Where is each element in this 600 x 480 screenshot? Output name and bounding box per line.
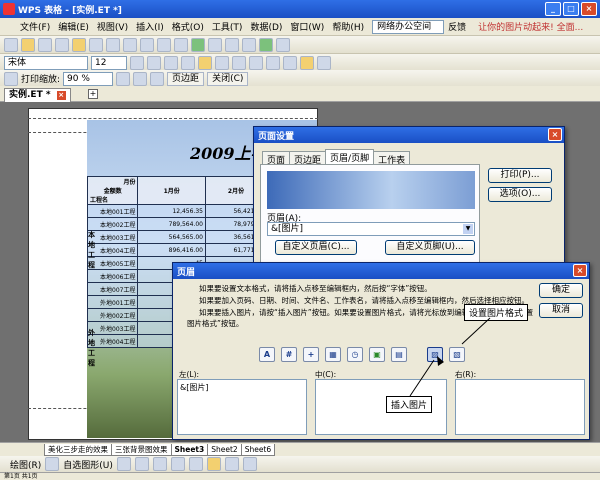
rectangle-icon[interactable]	[152, 457, 167, 471]
select-objects-icon[interactable]	[45, 457, 60, 471]
mouse-cursor-icon	[437, 356, 444, 366]
sheet-tab-active[interactable]: Sheet3	[170, 443, 209, 456]
sheet-tab[interactable]: Sheet6	[240, 443, 276, 456]
autoshapes-menu[interactable]: 自选图形(U)	[63, 458, 113, 471]
insert-callout-arrow	[409, 359, 435, 397]
arrow-icon[interactable]	[134, 457, 149, 471]
textbox-icon[interactable]	[188, 457, 203, 471]
oval-icon[interactable]	[170, 457, 185, 471]
format-callout-arrow	[461, 317, 491, 345]
font-color-icon[interactable]	[242, 457, 257, 471]
sheet-tab[interactable]: 三张背景图效果	[111, 443, 172, 456]
fill-color-icon[interactable]	[206, 457, 221, 471]
callout-arrows	[409, 317, 491, 397]
draw-menu[interactable]: 绘图(R)	[10, 458, 41, 471]
line-icon[interactable]	[116, 457, 131, 471]
sheet-tab[interactable]: Sheet2	[207, 443, 242, 456]
sheet-tab-bar: 美化三步走的效果 三张背景图效果 Sheet3 Sheet2 Sheet6	[0, 442, 600, 456]
drawing-toolbar: 绘图(R) 自选图形(U)	[0, 456, 600, 472]
sheet-tab[interactable]: 美化三步走的效果	[44, 443, 112, 456]
status-bar: 第1页 共1页	[0, 472, 600, 480]
line-color-icon[interactable]	[224, 457, 239, 471]
